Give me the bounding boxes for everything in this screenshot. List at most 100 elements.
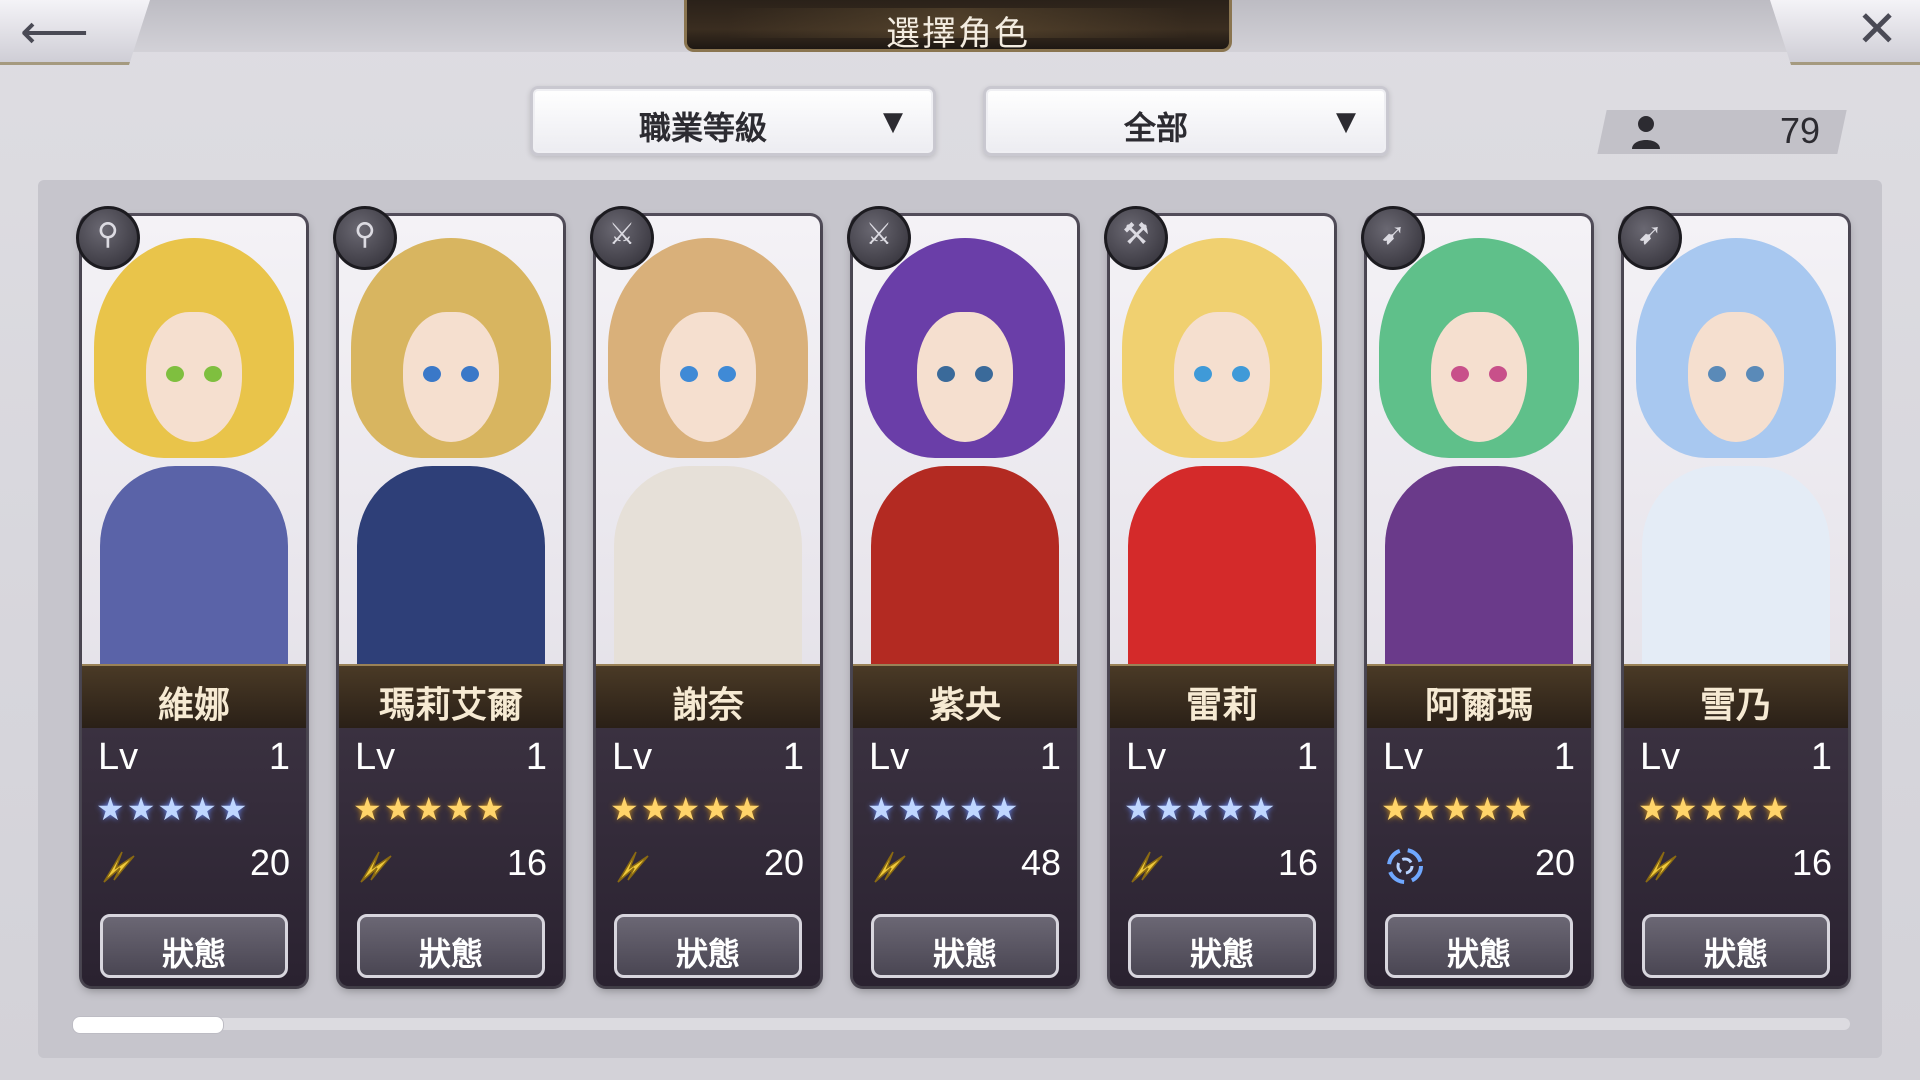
- close-button[interactable]: ✕: [1770, 0, 1920, 65]
- character-name: 謝奈: [671, 684, 744, 726]
- axe-icon: ⚒: [1104, 206, 1168, 270]
- level-value: 1: [268, 736, 290, 778]
- character-card[interactable]: 瑪莉艾爾 Lv 1 ★★★★★ 16 狀態: [339, 216, 563, 986]
- character-info: Lv 1 ★★★★★ 20 狀態: [82, 728, 306, 986]
- character-name: 雪乃: [1699, 684, 1772, 726]
- status-button-label: 狀態: [675, 935, 740, 973]
- status-button-label: 狀態: [932, 935, 997, 973]
- element-value: 16: [1277, 842, 1318, 883]
- level-value: 1: [525, 736, 547, 778]
- status-button[interactable]: 狀態: [1642, 914, 1830, 978]
- status-button[interactable]: 狀態: [1128, 914, 1316, 978]
- level-label: Lv: [1383, 736, 1424, 778]
- sort-dropdown-label: 職業等級: [638, 109, 767, 147]
- rarity-stars: ★★★★★: [867, 790, 1021, 828]
- character-name: 維娜: [157, 684, 230, 726]
- element-value: 20: [249, 842, 290, 883]
- character-card[interactable]: 阿爾瑪 Lv 1 ★★★★★ 20 狀態: [1367, 216, 1591, 986]
- portrait-outfit: [1385, 466, 1573, 666]
- wind-element-icon: [874, 851, 906, 883]
- chevron-down-icon: ▼: [1336, 107, 1356, 137]
- scrollbar-thumb[interactable]: [72, 1016, 224, 1034]
- status-button[interactable]: 狀態: [614, 914, 802, 978]
- portrait-eye: [680, 366, 698, 382]
- character-name: 紫央: [928, 684, 1001, 726]
- level-label: Lv: [355, 736, 396, 778]
- level-value: 1: [1553, 736, 1575, 778]
- character-portrait[interactable]: [1367, 216, 1591, 666]
- character-count: 79: [1779, 110, 1820, 151]
- level-label: Lv: [1640, 736, 1681, 778]
- character-info: Lv 1 ★★★★★ 16 狀態: [339, 728, 563, 986]
- character-portrait[interactable]: [339, 216, 563, 666]
- character-card[interactable]: 雷莉 Lv 1 ★★★★★ 16 狀態: [1110, 216, 1334, 986]
- portrait-eye: [461, 366, 479, 382]
- character-name: 雷莉: [1185, 684, 1258, 726]
- portrait-eye: [1194, 366, 1212, 382]
- name-bar: 瑪莉艾爾: [339, 664, 563, 730]
- character-portrait[interactable]: [1110, 216, 1334, 666]
- portrait-face: [1174, 312, 1270, 442]
- name-bar: 雷莉: [1110, 664, 1334, 730]
- status-button[interactable]: 狀態: [871, 914, 1059, 978]
- status-button[interactable]: 狀態: [357, 914, 545, 978]
- character-info: Lv 1 ★★★★★ 20 狀態: [596, 728, 820, 986]
- character-portrait[interactable]: [1624, 216, 1848, 666]
- chevron-down-icon: ▼: [883, 107, 903, 137]
- name-bar: 雪乃: [1624, 664, 1848, 730]
- portrait-eye: [975, 366, 993, 382]
- level-label: Lv: [869, 736, 910, 778]
- portrait-outfit: [100, 466, 288, 666]
- portrait-outfit: [1128, 466, 1316, 666]
- character-card[interactable]: 雪乃 Lv 1 ★★★★★ 16 狀態: [1624, 216, 1848, 986]
- portrait-eye: [1708, 366, 1726, 382]
- character-info: Lv 1 ★★★★★ 48 狀態: [853, 728, 1077, 986]
- portrait-outfit: [614, 466, 802, 666]
- sort-dropdown[interactable]: 職業等級 ▼: [530, 86, 936, 156]
- portrait-face: [1688, 312, 1784, 442]
- scrollbar-track[interactable]: [72, 1018, 1850, 1030]
- character-info: Lv 1 ★★★★★ 16 狀態: [1624, 728, 1848, 986]
- category-dropdown[interactable]: 全部 ▼: [983, 86, 1389, 156]
- element-value: 16: [1791, 842, 1832, 883]
- close-icon: ✕: [1856, 0, 1898, 58]
- character-portrait[interactable]: [596, 216, 820, 666]
- element-value: 48: [1020, 842, 1061, 883]
- wind-element-icon: [103, 851, 135, 883]
- character-info: Lv 1 ★★★★★ 20 狀態: [1367, 728, 1591, 986]
- portrait-face: [403, 312, 499, 442]
- level-value: 1: [1039, 736, 1061, 778]
- status-button-label: 狀態: [1189, 935, 1254, 973]
- status-button[interactable]: 狀態: [100, 914, 288, 978]
- name-bar: 謝奈: [596, 664, 820, 730]
- portrait-eye: [204, 366, 222, 382]
- portrait-eye: [166, 366, 184, 382]
- sword-icon: ⚔: [847, 206, 911, 270]
- rarity-stars: ★★★★★: [353, 790, 507, 828]
- character-portrait[interactable]: [82, 216, 306, 666]
- portrait-eye: [423, 366, 441, 382]
- status-button[interactable]: 狀態: [1385, 914, 1573, 978]
- character-card[interactable]: 維娜 Lv 1 ★★★★★ 20 狀態: [82, 216, 306, 986]
- element-value: 16: [506, 842, 547, 883]
- person-icon: [1632, 116, 1660, 149]
- back-button[interactable]: ⟵: [0, 0, 150, 65]
- portrait-outfit: [871, 466, 1059, 666]
- portrait-eye: [718, 366, 736, 382]
- character-portrait[interactable]: [853, 216, 1077, 666]
- status-button-label: 狀態: [1703, 935, 1768, 973]
- level-label: Lv: [98, 736, 139, 778]
- sword-icon: ⚔: [590, 206, 654, 270]
- bow-icon: ➹: [1361, 206, 1425, 270]
- status-button-label: 狀態: [161, 935, 226, 973]
- rarity-stars: ★★★★★: [1381, 790, 1535, 828]
- character-card[interactable]: 謝奈 Lv 1 ★★★★★ 20 狀態: [596, 216, 820, 986]
- vortex-element-icon: [1387, 848, 1423, 884]
- character-card[interactable]: 紫央 Lv 1 ★★★★★ 48 狀態: [853, 216, 1077, 986]
- portrait-outfit: [357, 466, 545, 666]
- status-button-label: 狀態: [1446, 935, 1511, 973]
- back-arrow-icon: ⟵: [20, 4, 89, 60]
- page-title: 選擇角色: [886, 15, 1030, 53]
- name-bar: 維娜: [82, 664, 306, 730]
- character-info: Lv 1 ★★★★★ 16 狀態: [1110, 728, 1334, 986]
